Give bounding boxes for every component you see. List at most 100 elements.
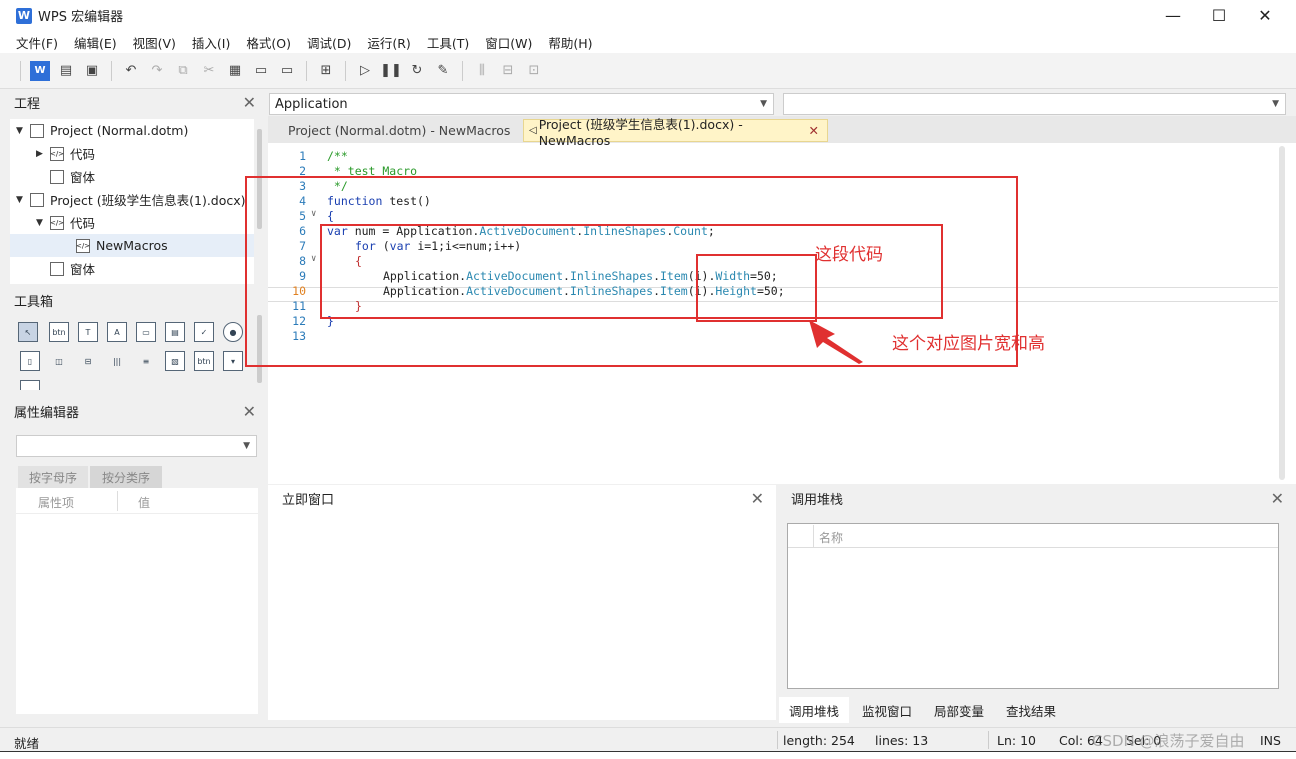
align-left-icon[interactable]: ⫼ (472, 61, 492, 81)
spin-tool-icon[interactable]: ⊟ (78, 351, 98, 371)
tree-item-newmacros[interactable]: </> NewMacros (10, 234, 254, 257)
menu-tools[interactable]: 工具(T) (419, 33, 477, 52)
align-center-icon[interactable]: ⊟ (498, 61, 518, 81)
procedure-combo[interactable]: ▼ (783, 93, 1286, 115)
toolbar: W ▤ ▣ ↶ ↷ ⧉ ✂ ▦ ▭ ▭ ⊞ ▷ ❚❚ ↻ ✎ ⫼ ⊟ ⊡ (0, 53, 1296, 89)
tab-categorized[interactable]: 按分类序 (90, 466, 162, 488)
toolbox-panel: 工具箱 ↖ btn T A ▭ ▤ ✓ ● ▯ ◫ ⊟ ||| ≡ ▧ btn … (0, 285, 268, 397)
menu-edit[interactable]: 编辑(E) (66, 33, 125, 52)
label-tool-icon[interactable]: T (78, 322, 98, 342)
object-combo[interactable]: Application ▼ (269, 93, 774, 115)
menu-file[interactable]: 文件(F) (8, 33, 66, 52)
design-mode-icon[interactable]: ✎ (433, 61, 453, 81)
scrollbar-tool-icon[interactable]: ◫ (49, 351, 69, 371)
undo-icon[interactable]: ↶ (121, 61, 141, 81)
paste-icon[interactable]: ▦ (225, 61, 245, 81)
tree-item-label: NewMacros (96, 238, 168, 253)
tree-item-label: Project (Normal.dotm) (50, 123, 189, 138)
tree-item-form[interactable]: 窗体 (50, 257, 95, 280)
expand-arrow-icon[interactable]: ▼ (16, 195, 30, 205)
copy-icon[interactable]: ⧉ (173, 61, 193, 81)
project-panel-header: 工程 ✕ (0, 89, 268, 115)
command-tool-icon[interactable]: btn (194, 351, 214, 371)
pause-icon[interactable]: ❚❚ (380, 61, 402, 81)
tree-item-form[interactable]: 窗体 (50, 165, 95, 188)
object-select[interactable]: ▼ (16, 435, 257, 457)
callstack-panel: 调用堆栈 ✕ 名称 调用堆栈 监视窗口 局部变量 查找结果 (777, 485, 1296, 723)
toggle-tool-icon[interactable]: ▯ (20, 351, 40, 371)
immediate-input[interactable] (268, 511, 776, 720)
editor-tabstrip: Project (Normal.dotm) - NewMacros ◁ Proj… (268, 116, 1296, 148)
tree-item-code[interactable]: ▼ </> 代码 (36, 211, 95, 234)
code-line: /** (327, 149, 348, 163)
frame-control-icon[interactable] (20, 380, 40, 390)
tab-alphabetic[interactable]: 按字母序 (18, 466, 88, 488)
combo-tool-icon[interactable]: ▾ (223, 351, 243, 371)
menu-window[interactable]: 窗口(W) (477, 33, 540, 52)
properties-panel-title: 属性编辑器 (14, 405, 80, 421)
properties-grid: 属性项 值 (16, 488, 258, 714)
align-right-icon[interactable]: ⊡ (524, 61, 544, 81)
tab-docx-newmacros[interactable]: ◁ Project (班级学生信息表(1).docx) - NewMacros … (523, 117, 828, 148)
collapse-arrow-icon[interactable]: ▶ (36, 149, 50, 159)
radio-tool-icon[interactable]: ● (223, 322, 243, 342)
annotation-box-loop (320, 224, 943, 319)
button-tool-icon[interactable]: btn (49, 322, 69, 342)
status-length: length: 254 (783, 733, 855, 748)
uncomment-icon[interactable]: ▭ (277, 61, 297, 81)
checkbox-tool-icon[interactable]: ✓ (194, 322, 214, 342)
menu-view[interactable]: 视图(V) (125, 33, 184, 52)
menu-run[interactable]: 运行(R) (359, 33, 418, 52)
frame-tool-icon[interactable]: ▭ (136, 322, 156, 342)
tab-label: Project (班级学生信息表(1).docx) - NewMacros (538, 116, 743, 148)
editor-scrollbar[interactable] (1279, 146, 1285, 480)
menu-debug[interactable]: 调试(D) (299, 33, 359, 52)
expand-arrow-icon[interactable]: ▼ (36, 218, 50, 228)
close-tab-icon[interactable]: ✕ (809, 123, 819, 138)
image-tool-icon[interactable]: ▧ (165, 351, 185, 371)
reset-icon[interactable]: ↻ (407, 61, 427, 81)
callstack-list: 名称 (787, 523, 1279, 689)
menu-insert[interactable]: 插入(I) (184, 33, 238, 52)
chevron-down-icon: ▼ (760, 99, 767, 109)
toolbox-icon[interactable]: ⊞ (316, 61, 336, 81)
tabstrip-tool-icon[interactable]: ||| (107, 351, 127, 371)
maximize-button[interactable]: ☐ (1196, 0, 1242, 31)
annotation-arrow-icon (809, 320, 863, 364)
tree-item-project-docx[interactable]: ▼ Project (班级学生信息表(1).docx) (16, 188, 246, 211)
object-combo-value: Application (275, 96, 348, 112)
tree-item-code[interactable]: ▶ </> 代码 (36, 142, 95, 165)
redo-icon[interactable]: ↷ (147, 61, 167, 81)
minimize-button[interactable]: — (1150, 0, 1196, 31)
annotation-box-size (696, 254, 817, 322)
close-icon[interactable]: ✕ (751, 489, 764, 508)
textbox-tool-icon[interactable]: A (107, 322, 127, 342)
tree-item-project-normal[interactable]: ▼ Project (Normal.dotm) (16, 119, 188, 142)
listbox-tool-icon[interactable]: ▤ (165, 322, 185, 342)
run-icon[interactable]: ▷ (355, 61, 375, 81)
new-module-icon[interactable]: ▤ (56, 61, 76, 81)
divider (777, 731, 778, 749)
close-icon[interactable]: ✕ (243, 93, 256, 112)
multipage-tool-icon[interactable]: ≡ (136, 351, 156, 371)
tab-locals[interactable]: 局部变量 (924, 697, 994, 723)
toolbar-separator (345, 60, 346, 81)
menu-help[interactable]: 帮助(H) (540, 33, 600, 52)
close-icon[interactable]: ✕ (243, 402, 256, 421)
tab-watch[interactable]: 监视窗口 (852, 697, 922, 723)
pointer-tool-icon[interactable]: ↖ (18, 322, 38, 342)
divider (988, 731, 989, 749)
save-icon[interactable]: ▣ (82, 61, 102, 81)
close-icon[interactable]: ✕ (1271, 489, 1284, 508)
immediate-panel-header: 立即窗口 ✕ (268, 485, 776, 511)
cut-icon[interactable]: ✂ (199, 61, 219, 81)
tab-normal-newmacros[interactable]: Project (Normal.dotm) - NewMacros (280, 119, 518, 142)
wps-document-icon[interactable]: W (30, 60, 50, 81)
comment-icon[interactable]: ▭ (251, 61, 271, 81)
tab-callstack[interactable]: 调用堆栈 (779, 697, 850, 723)
tab-find-results[interactable]: 查找结果 (996, 697, 1066, 723)
expand-arrow-icon[interactable]: ▼ (16, 126, 30, 136)
menu-format[interactable]: 格式(O) (238, 33, 299, 52)
close-window-button[interactable]: ✕ (1242, 0, 1288, 31)
module-icon: </> (76, 238, 90, 253)
